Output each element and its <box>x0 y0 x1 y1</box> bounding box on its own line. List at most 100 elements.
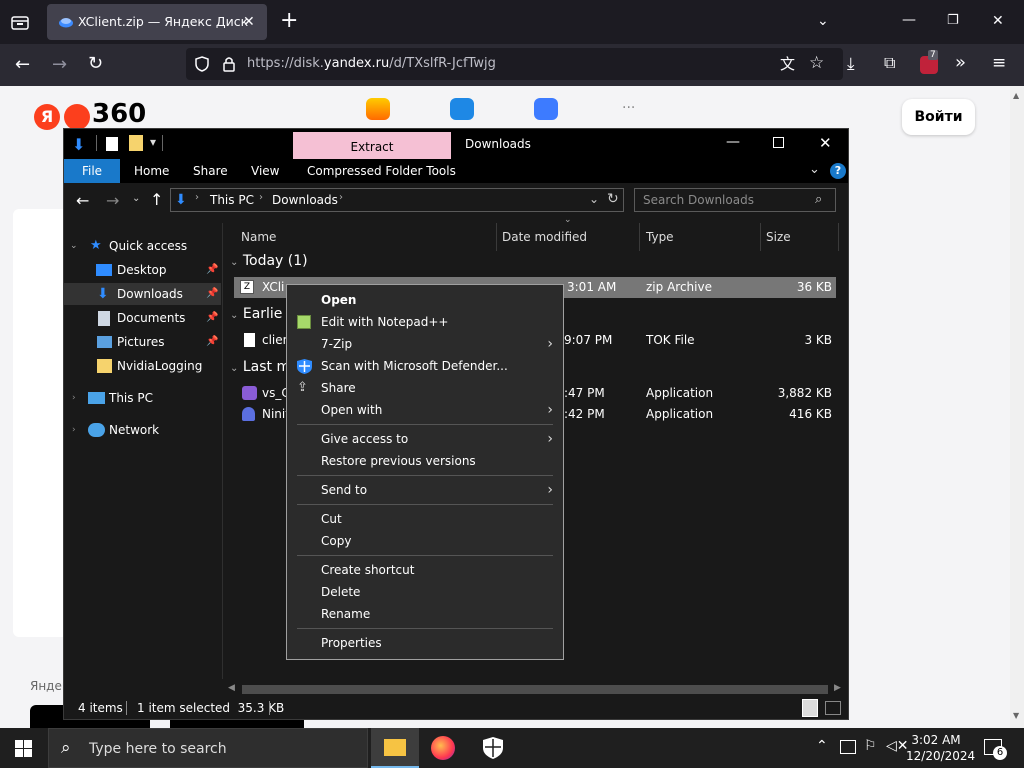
close-window-icon[interactable]: ✕ <box>992 13 1004 29</box>
menu-item-send-to[interactable]: Send to › <box>287 479 563 501</box>
tray-app-icon[interactable] <box>840 740 856 754</box>
maximize-icon[interactable] <box>773 137 784 148</box>
scroll-down-icon[interactable]: ▼ <box>1013 711 1019 720</box>
column-type[interactable]: Type <box>646 223 674 251</box>
address-dropdown-icon[interactable]: ⌄ <box>589 192 599 206</box>
hamburger-menu-icon[interactable]: ≡ <box>992 55 1006 72</box>
close-icon[interactable]: ✕ <box>819 134 832 152</box>
pin-icon[interactable]: 📌 <box>206 331 218 353</box>
back-arrow-icon[interactable]: ← <box>76 191 89 210</box>
search-box[interactable]: Search Downloads ⌕ <box>634 188 836 212</box>
minimize-icon[interactable]: — <box>726 134 740 150</box>
properties-icon[interactable] <box>106 137 118 151</box>
group-header-last-month[interactable]: ⌄ Last m <box>230 359 290 375</box>
clock[interactable]: 3:02 AM 12/20/2024 <box>906 732 975 764</box>
ribbon-tab-view[interactable]: View <box>251 164 279 178</box>
menu-item-7zip[interactable]: 7-Zip › <box>287 333 563 355</box>
extract-context-tab[interactable]: Extract <box>293 132 451 159</box>
overflow-chevron-icon[interactable]: » <box>955 54 966 72</box>
group-header-today[interactable]: ⌄ Today (1) <box>230 253 308 269</box>
menu-item-properties[interactable]: Properties <box>287 632 563 654</box>
disk-service-icon[interactable] <box>534 98 558 120</box>
help-icon[interactable]: ? <box>830 163 846 179</box>
column-date-modified[interactable]: Date modified <box>502 223 587 251</box>
browser-tab[interactable]: XClient.zip — Яндекс Диск ✕ <box>47 4 267 40</box>
scroll-right-icon[interactable]: ▶ <box>834 683 841 693</box>
security-taskbar-icon[interactable] <box>483 737 503 762</box>
menu-item-open[interactable]: Open <box>287 289 563 311</box>
extensions-puzzle-icon[interactable]: ⧉ <box>884 55 895 71</box>
recent-locations-icon[interactable]: ⌄ <box>132 193 140 204</box>
nav-network[interactable]: › Network <box>64 419 221 441</box>
pin-icon[interactable]: 📌 <box>206 307 218 329</box>
url-bar[interactable]: https://disk.yandex.ru/d/TXslfR-JcfTwjg … <box>186 48 843 80</box>
bookmark-star-icon[interactable]: ☆ <box>809 55 824 72</box>
show-hidden-icons-chevron[interactable]: ⌃ <box>816 738 828 754</box>
menu-item-share[interactable]: ⇪ Share <box>287 377 563 399</box>
forward-arrow-icon[interactable]: → <box>106 191 119 210</box>
menu-item-edit-notepad[interactable]: Edit with Notepad++ <box>287 311 563 333</box>
ribbon-tab-file[interactable]: File <box>64 159 120 183</box>
menu-item-give-access[interactable]: Give access to › <box>287 428 563 450</box>
mail-service-icon[interactable] <box>366 98 390 120</box>
network-tray-icon[interactable]: ⚐ <box>864 738 877 754</box>
ribbon-tab-home[interactable]: Home <box>134 164 169 178</box>
ribbon-tab-compressed-folder-tools[interactable]: Compressed Folder Tools <box>307 164 456 178</box>
menu-item-scan-defender[interactable]: Scan with Microsoft Defender... <box>287 355 563 377</box>
breadcrumb-downloads[interactable]: Downloads <box>272 193 338 207</box>
windows-start-icon[interactable] <box>15 740 32 760</box>
nav-quick-access[interactable]: ⌄ ★ Quick access <box>64 235 221 257</box>
group-header-earlier[interactable]: ⌄ Earlie <box>230 306 282 322</box>
file-explorer-taskbar-button[interactable] <box>371 728 419 768</box>
nav-desktop[interactable]: Desktop 📌 <box>64 259 221 281</box>
customize-qat-icon[interactable]: ▾ <box>150 135 156 149</box>
refresh-icon[interactable]: ↻ <box>607 191 619 207</box>
nav-downloads[interactable]: ⬇ Downloads 📌 <box>64 283 221 305</box>
reload-icon[interactable]: ↻ <box>88 55 103 73</box>
new-folder-icon[interactable] <box>129 135 143 151</box>
menu-item-open-with[interactable]: Open with › <box>287 399 563 421</box>
up-arrow-icon[interactable]: ↑ <box>150 190 163 209</box>
menu-item-rename[interactable]: Rename <box>287 603 563 625</box>
menu-item-restore-versions[interactable]: Restore previous versions <box>287 450 563 472</box>
large-icons-view-icon[interactable] <box>825 701 841 715</box>
scroll-thumb[interactable] <box>242 685 828 694</box>
menu-item-create-shortcut[interactable]: Create shortcut <box>287 559 563 581</box>
expand-ribbon-icon[interactable]: ⌄ <box>809 162 820 177</box>
scroll-left-icon[interactable]: ◀ <box>228 683 235 693</box>
menu-item-cut[interactable]: Cut <box>287 508 563 530</box>
scroll-up-icon[interactable]: ▲ <box>1013 91 1019 100</box>
pin-icon[interactable]: 📌 <box>206 283 218 305</box>
nav-documents[interactable]: Documents 📌 <box>64 307 221 329</box>
page-scrollbar[interactable]: ▲ ▼ <box>1010 86 1024 728</box>
taskbar-search-box[interactable]: ⌕ Type here to search <box>48 728 368 768</box>
pin-icon[interactable]: 📌 <box>206 259 218 281</box>
translate-icon[interactable]: 文 <box>780 56 795 72</box>
shield-icon[interactable] <box>194 56 210 75</box>
back-icon[interactable]: ← <box>15 56 30 74</box>
close-tab-icon[interactable]: ✕ <box>243 14 255 30</box>
downloads-icon[interactable]: ⤓ <box>847 56 855 73</box>
tab-list-icon[interactable] <box>11 14 29 33</box>
telemost-service-icon[interactable] <box>450 98 474 120</box>
ublock-extension-icon[interactable]: 7 <box>920 50 938 74</box>
breadcrumb-this-pc[interactable]: This PC <box>210 193 254 207</box>
nav-this-pc[interactable]: › This PC <box>64 387 221 409</box>
firefox-taskbar-icon[interactable] <box>431 736 455 760</box>
yandex-logo[interactable]: Я <box>34 104 60 130</box>
minimize-icon[interactable]: — <box>902 12 916 28</box>
menu-item-copy[interactable]: Copy <box>287 530 563 552</box>
more-services-icon[interactable]: ··· <box>622 100 635 116</box>
restore-icon[interactable]: ❐ <box>947 13 959 29</box>
lock-icon[interactable] <box>222 56 236 75</box>
forward-icon[interactable]: → <box>52 56 67 74</box>
ribbon-tab-share[interactable]: Share <box>193 164 228 178</box>
horizontal-scrollbar[interactable]: ◀ ▶ <box>224 682 848 697</box>
notification-center-icon[interactable]: 6 <box>984 739 1007 760</box>
list-all-tabs-icon[interactable]: ⌄ <box>817 13 829 29</box>
pane-divider[interactable] <box>222 223 223 679</box>
nav-nvidialogging[interactable]: NvidiaLogging <box>64 355 221 377</box>
column-name[interactable]: Name <box>241 223 276 251</box>
details-view-icon[interactable] <box>802 699 818 717</box>
nav-pictures[interactable]: Pictures 📌 <box>64 331 221 353</box>
